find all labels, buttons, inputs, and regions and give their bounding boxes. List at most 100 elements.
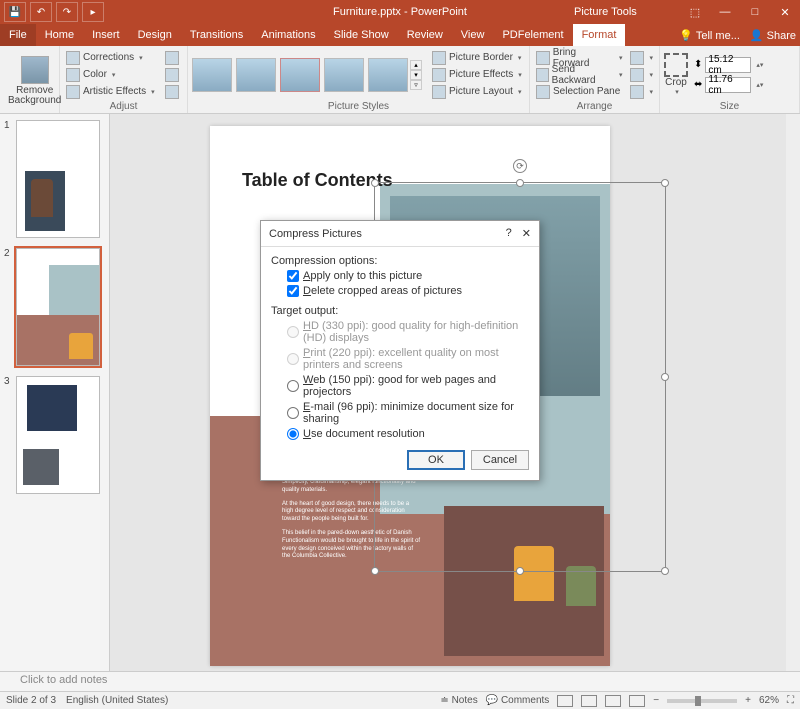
thumbnail-2[interactable] — [16, 248, 100, 366]
tab-home[interactable]: Home — [36, 24, 83, 46]
cancel-button[interactable]: Cancel — [471, 450, 529, 470]
normal-view-icon[interactable] — [557, 695, 573, 707]
save-icon[interactable]: 💾 — [4, 2, 26, 22]
toc-title[interactable]: Table of Contents — [242, 170, 393, 191]
ribbon: Remove Background Corrections▾ Color▾ Ar… — [0, 46, 800, 114]
color-button[interactable]: Color▾ — [64, 67, 157, 83]
notes-placeholder: Click to add notes — [20, 674, 107, 686]
crop-button[interactable]: Crop▾ — [664, 53, 688, 96]
resize-handle[interactable] — [661, 373, 669, 381]
tab-pdfelement[interactable]: PDFelement — [493, 24, 572, 46]
send-backward-button[interactable]: Send Backward▾ — [534, 67, 624, 83]
help-button[interactable]: ? — [506, 227, 512, 240]
picture-border-button[interactable]: Picture Border▾ — [430, 50, 524, 66]
share-button[interactable]: 👤 Share — [750, 29, 796, 42]
effects-icon — [432, 68, 446, 82]
style-thumb[interactable] — [236, 58, 276, 92]
web-radio[interactable]: Web (150 ppi): good for web pages and pr… — [287, 374, 529, 398]
thumbnail-1[interactable] — [16, 120, 100, 238]
reset-picture-button[interactable] — [163, 84, 181, 100]
slideshow-view-icon[interactable] — [629, 695, 645, 707]
group-label-adjust: Adjust — [64, 101, 183, 113]
vertical-scrollbar[interactable] — [786, 114, 800, 671]
change-picture-button[interactable] — [163, 67, 181, 83]
width-input[interactable]: 11.76 cm — [705, 77, 751, 93]
gallery-scroll[interactable]: ▴▾▿ — [410, 60, 422, 90]
align-button[interactable]: ▾ — [628, 50, 655, 66]
reading-view-icon[interactable] — [605, 695, 621, 707]
rotate-button[interactable]: ▾ — [628, 84, 655, 100]
print-radio: Print (220 ppi): excellent quality on mo… — [287, 347, 529, 371]
width-icon: ⬌ — [694, 79, 702, 90]
rotate-handle[interactable]: ⟳ — [513, 159, 527, 173]
slide-indicator[interactable]: Slide 2 of 3 — [6, 695, 56, 706]
undo-icon[interactable]: ↶ — [30, 2, 52, 22]
comments-toggle[interactable]: 💬 Comments — [486, 695, 550, 706]
apply-only-checkbox[interactable]: Apply only to this picture — [287, 270, 529, 282]
docres-radio[interactable]: Use document resolution — [287, 428, 529, 440]
fit-window-icon[interactable]: ⛶ — [787, 695, 794, 706]
language-indicator[interactable]: English (United States) — [66, 695, 168, 706]
bring-forward-icon — [536, 51, 550, 65]
remove-background-button[interactable]: Remove Background — [4, 54, 65, 108]
notes-toggle[interactable]: ≐ Notes — [440, 695, 477, 706]
ribbon-options-icon[interactable]: ⬚ — [680, 0, 710, 24]
height-input[interactable]: 15.12 cm — [705, 57, 751, 73]
compression-options-label: Compression options: — [271, 255, 529, 267]
resize-handle[interactable] — [516, 179, 524, 187]
zoom-in-button[interactable]: + — [745, 695, 751, 706]
tab-insert[interactable]: Insert — [83, 24, 129, 46]
style-thumb[interactable] — [324, 58, 364, 92]
resize-handle[interactable] — [371, 567, 379, 575]
tab-file[interactable]: File — [0, 24, 36, 46]
dialog-titlebar[interactable]: Compress Pictures ? ✕ — [261, 221, 539, 247]
close-icon[interactable]: ✕ — [770, 0, 800, 24]
group-button[interactable]: ▾ — [628, 67, 655, 83]
compress-icon — [165, 51, 179, 65]
email-radio[interactable]: E-mail (96 ppi): minimize document size … — [287, 401, 529, 425]
style-thumb[interactable] — [368, 58, 408, 92]
corrections-icon — [66, 51, 80, 65]
corrections-button[interactable]: Corrections▾ — [64, 50, 157, 66]
tab-slideshow[interactable]: Slide Show — [325, 24, 398, 46]
minimize-icon[interactable]: — — [710, 0, 740, 24]
resize-handle[interactable] — [661, 179, 669, 187]
compress-pictures-dialog: Compress Pictures ? ✕ Compression option… — [260, 220, 540, 481]
close-button[interactable]: ✕ — [522, 227, 531, 240]
sorter-view-icon[interactable] — [581, 695, 597, 707]
tab-design[interactable]: Design — [129, 24, 181, 46]
compress-pictures-button[interactable] — [163, 50, 181, 66]
picture-layout-button[interactable]: Picture Layout▾ — [430, 84, 524, 100]
style-thumb[interactable] — [192, 58, 232, 92]
tab-format[interactable]: Format — [573, 24, 626, 46]
thumbnail-3[interactable] — [16, 376, 100, 494]
tell-me[interactable]: 💡 Tell me... — [679, 29, 740, 42]
zoom-out-button[interactable]: − — [653, 695, 659, 706]
height-icon: ⬍ — [694, 59, 702, 70]
resize-handle[interactable] — [661, 567, 669, 575]
status-bar: Slide 2 of 3 English (United States) ≐ N… — [0, 691, 800, 709]
artistic-effects-button[interactable]: Artistic Effects▾ — [64, 84, 157, 100]
notes-pane[interactable]: Click to add notes — [0, 671, 800, 691]
zoom-slider[interactable] — [667, 699, 737, 703]
start-show-icon[interactable]: ▸ — [82, 2, 104, 22]
layout-icon — [432, 85, 446, 99]
style-thumb[interactable] — [280, 58, 320, 92]
maximize-icon[interactable]: □ — [740, 0, 770, 24]
tab-view[interactable]: View — [452, 24, 494, 46]
redo-icon[interactable]: ↷ — [56, 2, 78, 22]
group-label-styles: Picture Styles — [192, 101, 525, 113]
thumb-number: 1 — [4, 120, 12, 238]
picture-effects-button[interactable]: Picture Effects▾ — [430, 67, 524, 83]
hd-radio: HD (330 ppi): good quality for high-defi… — [287, 320, 529, 344]
ok-button[interactable]: OK — [407, 450, 465, 470]
delete-cropped-checkbox[interactable]: Delete cropped areas of pictures — [287, 285, 529, 297]
zoom-level[interactable]: 62% — [759, 695, 779, 706]
tab-review[interactable]: Review — [398, 24, 452, 46]
selection-pane-button[interactable]: Selection Pane — [534, 84, 624, 100]
resize-handle[interactable] — [516, 567, 524, 575]
picture-styles-gallery[interactable] — [192, 58, 408, 92]
tab-animations[interactable]: Animations — [252, 24, 324, 46]
resize-handle[interactable] — [371, 179, 379, 187]
tab-transitions[interactable]: Transitions — [181, 24, 252, 46]
